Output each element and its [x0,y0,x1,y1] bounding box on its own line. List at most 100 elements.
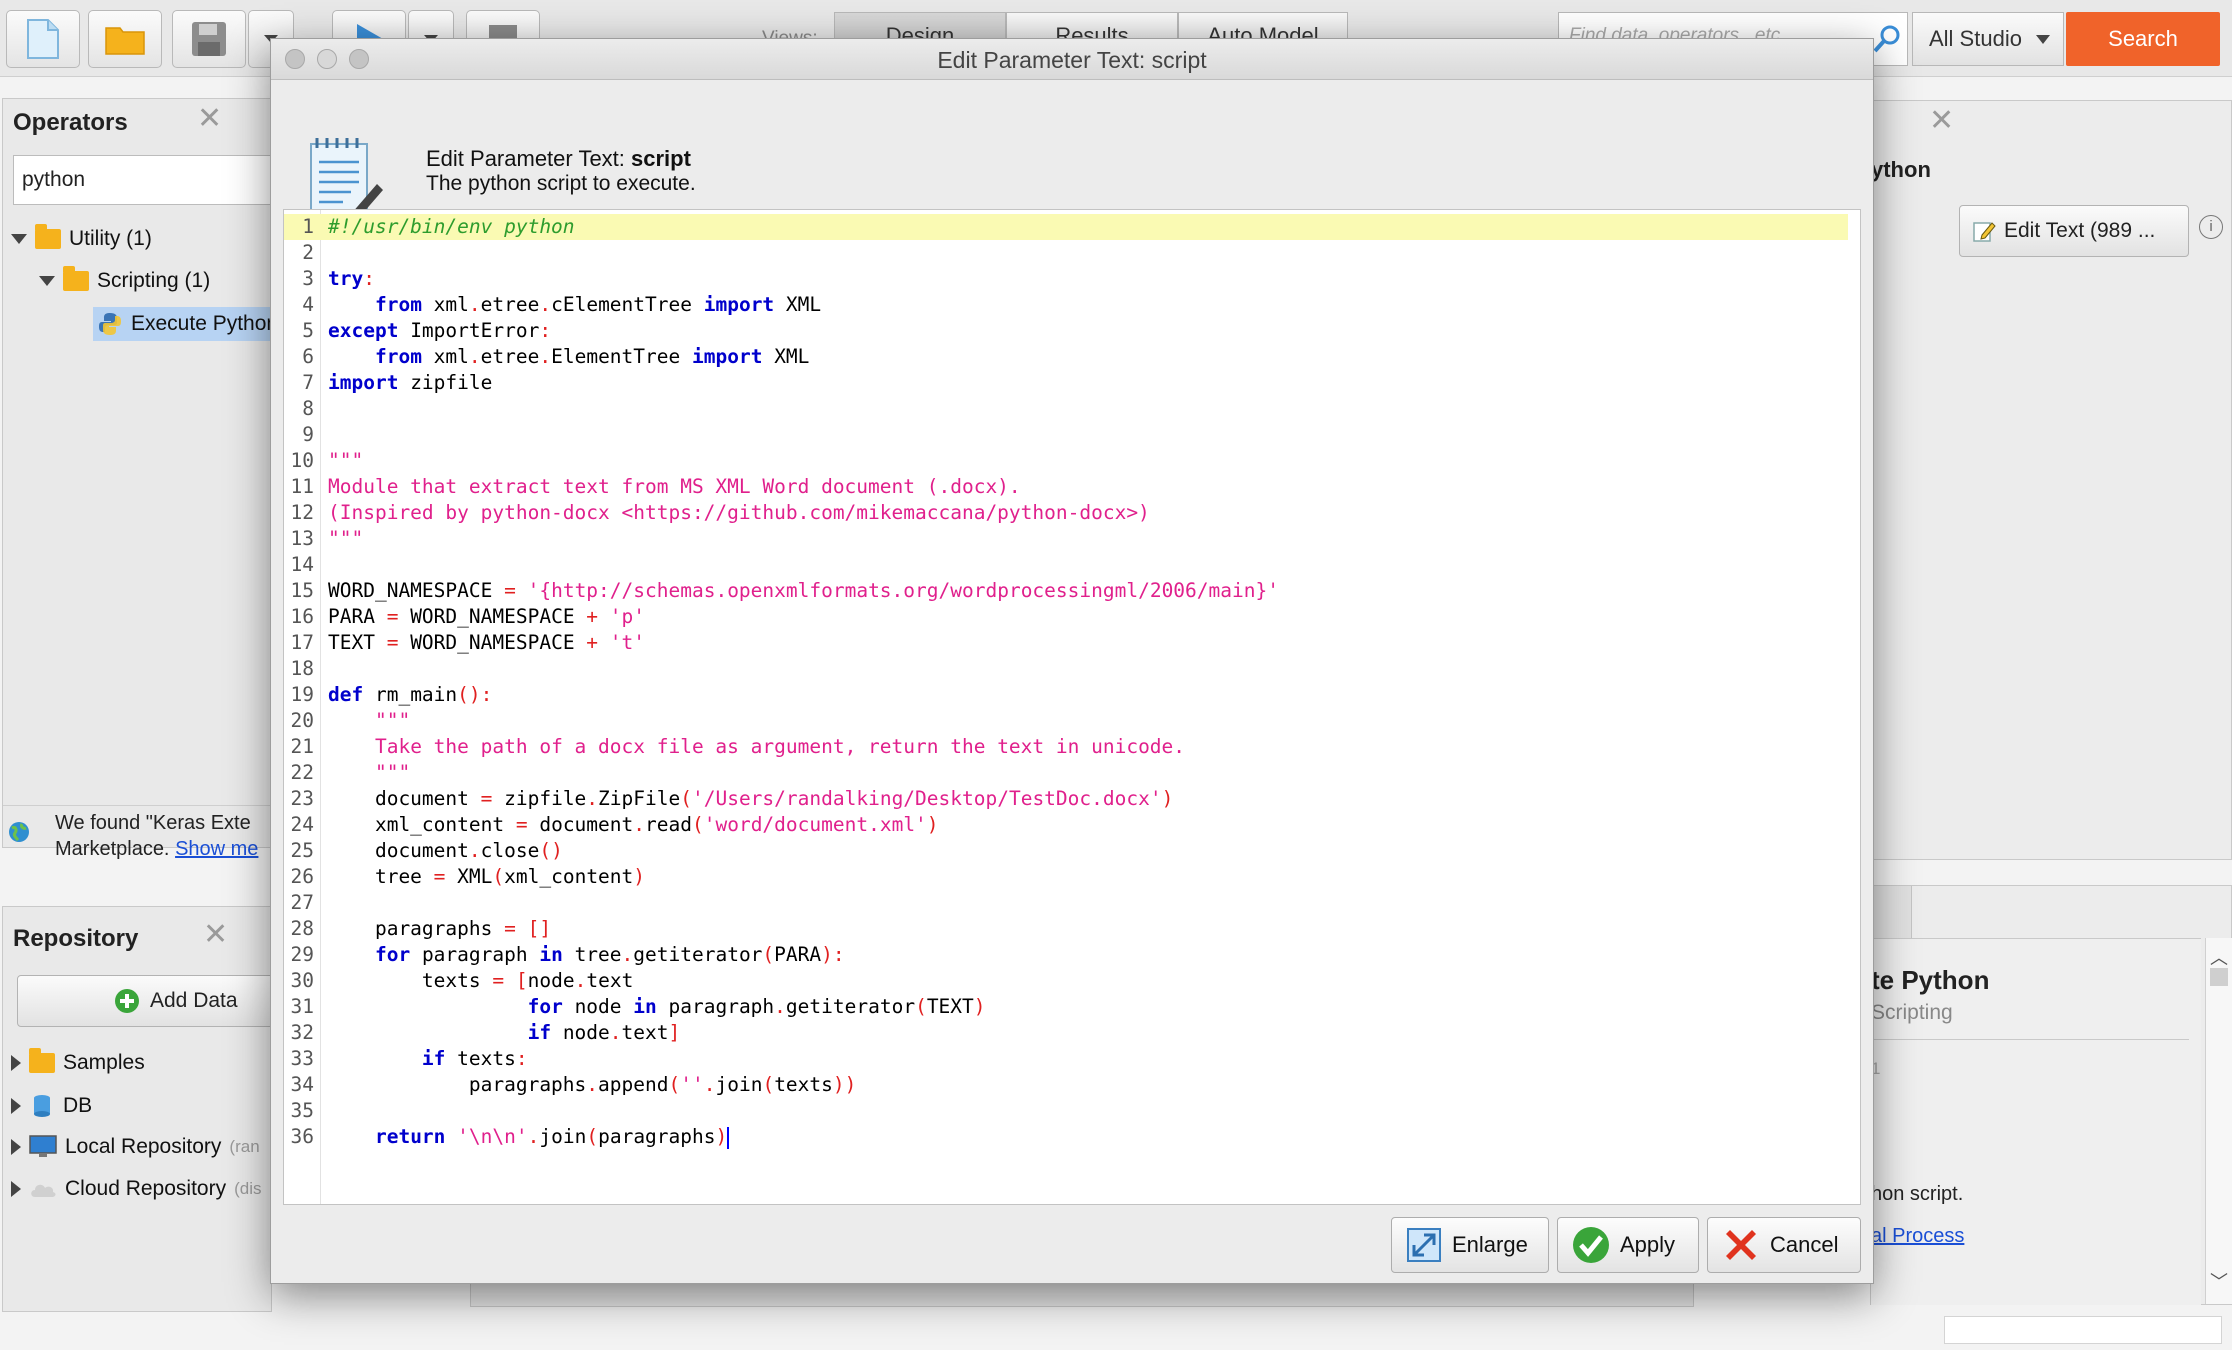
new-process-button[interactable] [6,10,80,68]
code-line[interactable]: 6 from xml.etree.ElementTree import XML [284,344,1860,370]
show-me-link[interactable]: Show me [175,838,258,860]
help-tab[interactable] [1871,886,1912,938]
code-line[interactable]: 34 paragraphs.append(''.join(texts)) [284,1072,1860,1098]
code-token: . [539,345,552,368]
code-line[interactable]: 20 """ [284,708,1860,734]
tree-item-scripting[interactable]: Scripting (1) [39,266,211,293]
code-line[interactable]: 25 document.close() [284,838,1860,864]
code-token: WORD_NAMESPACE [328,579,505,602]
code-line[interactable]: 24 xml_content = document.read('word/doc… [284,812,1860,838]
code-text: (Inspired by python-docx <https://github… [328,500,1150,526]
studio-scope-select[interactable]: All Studio [1912,12,2064,66]
code-token: ( [492,865,505,888]
code-line[interactable]: 26 tree = XML(xml_content) [284,864,1860,890]
code-token: getiterator [633,943,763,966]
code-line[interactable]: 8 [284,396,1860,422]
code-token: . [468,345,481,368]
save-process-button[interactable] [172,10,246,68]
close-icon[interactable]: ✕ [197,101,222,136]
code-line[interactable]: 31 for node in paragraph.getiterator(TEX… [284,994,1860,1020]
code-token: ) [633,865,646,888]
line-number: 17 [290,631,314,654]
code-line[interactable]: 3 try: [284,266,1860,292]
tree-item-label: Scripting (1) [97,269,211,292]
chevron-down-icon[interactable]: ﹀ [2210,1268,2228,1294]
code-line[interactable]: 16 PARA = WORD_NAMESPACE + 'p' [284,604,1860,630]
repository-panel-title: Repository [13,925,139,952]
code-line[interactable]: 18 [284,656,1860,682]
code-token: '/Users/randalking/Desktop/TestDoc.docx' [691,787,1162,810]
cancel-button[interactable]: Cancel [1707,1217,1861,1273]
cloud-icon [31,1184,56,1197]
enlarge-button[interactable]: Enlarge [1391,1217,1549,1273]
code-token: ( [762,1073,775,1096]
code-token: tree [328,865,434,888]
code-text: if texts: [328,1046,528,1072]
code-line[interactable]: 30 texts = [node.text [284,968,1860,994]
code-line[interactable]: 35 [284,1098,1860,1124]
search-icon [1873,25,1900,53]
code-line[interactable]: 10 """ [284,448,1860,474]
scroll-thumb[interactable] [2210,968,2228,986]
code-token: . [621,943,634,966]
code-line[interactable]: 27 [284,890,1860,916]
repo-item-local-repository[interactable]: Local Repository (ran [11,1135,260,1159]
tree-item-utility[interactable]: Utility (1) [11,224,152,251]
code-line[interactable]: 11 Module that extract text from MS XML W… [284,474,1860,500]
code-line[interactable]: 23 document = zipfile.ZipFile('/Users/ra… [284,786,1860,812]
line-number: 33 [290,1047,314,1070]
code-line[interactable]: 12 (Inspired by python-docx <https://gith… [284,500,1860,526]
code-line[interactable]: 32 if node.text] [284,1020,1860,1046]
script-editor[interactable]: 1 #!/usr/bin/env python 2 3 try: 4 from xml.e… [283,209,1861,1205]
code-line[interactable]: 9 [284,422,1860,448]
repo-item-cloud-repository[interactable]: Cloud Repository (dis [11,1177,262,1201]
code-token: ) [926,813,939,836]
chevron-up-icon[interactable]: ︿ [2210,944,2228,970]
close-icon[interactable]: ✕ [203,917,228,952]
text-caret [727,1126,730,1149]
help-process-link[interactable]: al Process [1871,1225,1964,1248]
code-token: = [433,865,446,888]
repo-item-samples[interactable]: Samples [11,1048,145,1075]
info-icon[interactable]: i [2199,215,2223,239]
code-line[interactable]: 33 if texts: [284,1046,1860,1072]
code-line[interactable]: 36 return '\n\n'.join(paragraphs) [284,1124,1860,1150]
code-text: from xml.etree.cElementTree import XML [328,292,821,318]
open-process-button[interactable] [88,10,162,68]
code-line[interactable]: 4 from xml.etree.cElementTree import XML [284,292,1860,318]
code-line[interactable]: 15 WORD_NAMESPACE = '{http://schemas.open… [284,578,1860,604]
code-line[interactable]: 22 """ [284,760,1860,786]
code-text: PARA = WORD_NAMESPACE + 'p' [328,604,645,630]
code-token: PARA [774,943,822,966]
search-button[interactable]: Search [2066,12,2220,66]
line-number: 24 [290,813,314,836]
code-token: join [539,1125,587,1148]
operator-filter-input[interactable]: python [13,155,283,205]
apply-button[interactable]: Apply [1557,1217,1699,1273]
code-line[interactable]: 7 import zipfile [284,370,1860,396]
code-token: read [645,813,692,836]
code-line[interactable]: 28 paragraphs = [] [284,916,1860,942]
code-line[interactable]: 1 #!/usr/bin/env python [284,214,1848,240]
line-number: 8 [302,397,314,420]
add-data-button[interactable]: Add Data [17,975,287,1027]
code-token: + [586,605,599,628]
folder-icon [29,1048,55,1073]
code-line[interactable]: 29 for paragraph in tree.getiterator(PAR… [284,942,1860,968]
code-line[interactable]: 14 [284,552,1860,578]
operators-panel-title: Operators [13,109,128,136]
code-line[interactable]: 19 def rm_main(): [284,682,1860,708]
code-line[interactable]: 2 [284,240,1860,266]
close-icon[interactable]: ✕ [1929,103,1954,138]
code-line[interactable]: 21 Take the path of a docx file as argum… [284,734,1860,760]
edit-text-button[interactable]: Edit Text (989 ... [1959,205,2189,257]
code-line[interactable]: 5 except ImportError: [284,318,1860,344]
help-scrollbar[interactable]: ︿ ﹀ [2205,938,2232,1304]
code-token: return [374,1125,446,1148]
code-line[interactable]: 17 TEXT = WORD_NAMESPACE + 't' [284,630,1860,656]
repo-item-db[interactable]: DB [11,1093,92,1119]
code-token: () [539,839,563,862]
code-line[interactable]: 13 """ [284,526,1860,552]
